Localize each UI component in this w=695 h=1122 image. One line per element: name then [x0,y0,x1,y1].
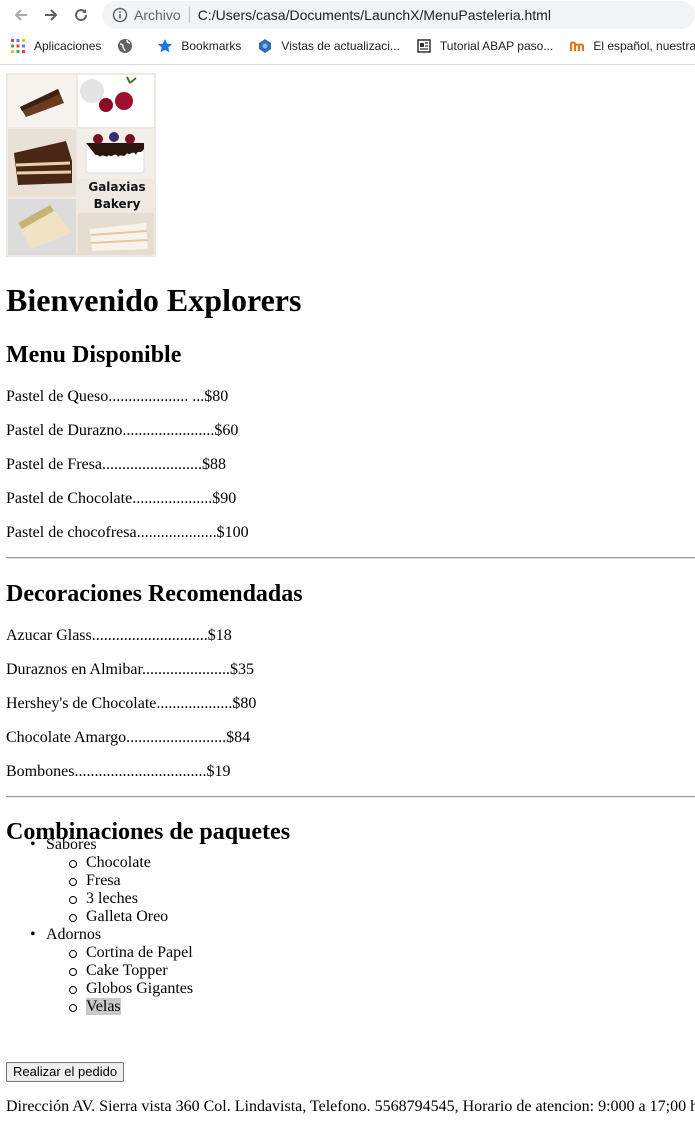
bookmark-label: El español, nuestra l... [593,39,695,53]
reload-icon [75,8,88,21]
globe-icon [117,38,133,54]
address-divider [188,6,190,23]
browser-toolbar: Archivo C:/Users/casa/Documents/LaunchX/… [0,0,695,29]
bookmark-tutorial[interactable]: Tutorial ABAP paso... [416,38,553,54]
logo-text-line2: Bakery [94,197,141,211]
combos-list: Sabores Chocolate Fresa 3 leches Galleta… [30,836,194,1016]
menu-item: Pastel de Queso.................... ...$… [6,388,229,405]
bookmark-label: Bookmarks [181,39,242,53]
decoration-item: Chocolate Amargo........................… [6,729,251,746]
browser-chrome: Archivo C:/Users/casa/Documents/LaunchX/… [0,0,695,65]
decoration-item: Azucar Glass............................… [6,627,232,644]
adornos-list: Cortina de Papel Cake Topper Globos Giga… [68,944,194,1016]
reload-button[interactable] [68,2,94,28]
apps-grid-icon [10,38,26,54]
decorations-heading: Decoraciones Recomendadas [6,581,303,607]
menu-item: Pastel de Durazno.......................… [6,422,239,439]
menu-item: Pastel de Chocolate....................$… [6,490,237,507]
arrow-left-icon [14,8,27,21]
decoration-item: Hershey's de Chocolate..................… [6,695,257,712]
list-item-adornos: Adornos Cortina de Papel Cake Topper Glo… [30,926,194,1016]
bookmark-label: Tutorial ABAP paso... [439,39,554,53]
section-divider [6,557,695,559]
star-icon [157,38,173,54]
logo-text-line1: Galaxias [88,180,145,194]
info-label: Archivo [134,6,181,23]
group-label: Adornos [46,926,102,943]
arrow-right-icon [45,8,58,21]
bakery-logo-image: Galaxias Bakery [6,73,156,257]
footer-address: Dirección AV. Sierra vista 360 Col. Lind… [6,1098,695,1115]
puzzle-icon [257,38,273,54]
highlighted-item: Velas [86,998,121,1015]
bookmarks-bar: Aplicaciones Bookmarks Vistas de actuali… [0,29,695,63]
bookmark-label: Aplicaciones [34,39,102,53]
list-item-sabores: Sabores Chocolate Fresa 3 leches Galleta… [30,836,193,926]
url-text: C:/Users/casa/Documents/LaunchX/MenuPast… [197,6,551,23]
list-item: Globos Gigantes [68,980,194,997]
list-item: 3 leches [68,890,193,908]
bookmark-espanol[interactable]: El español, nuestra l... [569,38,695,54]
menu-heading: Menu Disponible [6,342,182,368]
bookmark-bookmarks[interactable]: Bookmarks [157,38,241,54]
page-icon [416,38,432,54]
place-order-button[interactable]: Realizar el pedido [6,1062,125,1082]
back-button[interactable] [8,2,34,28]
list-item: Chocolate [68,854,193,872]
menu-item: Pastel de Fresa.........................… [6,456,226,473]
list-item: Cortina de Papel [68,944,193,961]
list-item: Cake Topper [68,962,193,980]
list-item: Velas [68,998,193,1016]
group-label: Sabores [46,836,97,853]
address-bar[interactable]: Archivo C:/Users/casa/Documents/LaunchX/… [102,0,695,29]
page-title: Bienvenido Explorers [6,282,302,318]
bookmark-globe[interactable] [117,38,141,54]
decoration-item: Duraznos en Almibar.....................… [6,661,254,678]
m-logo-icon [569,38,585,54]
list-item: Galleta Oreo [68,908,193,926]
menu-item: Pastel de chocofresa....................… [6,524,249,541]
bookmark-vistas[interactable]: Vistas de actualizaci... [257,38,400,54]
list-item: Fresa [68,872,193,890]
forward-button[interactable] [38,2,64,28]
bookmark-apps[interactable]: Aplicaciones [10,38,101,54]
section-divider [6,796,695,798]
decoration-item: Bombones................................… [6,763,231,780]
sabores-list: Chocolate Fresa 3 leches Galleta Oreo [68,854,193,926]
info-icon [112,7,128,22]
bookmark-label: Vistas de actualizaci... [281,39,400,53]
